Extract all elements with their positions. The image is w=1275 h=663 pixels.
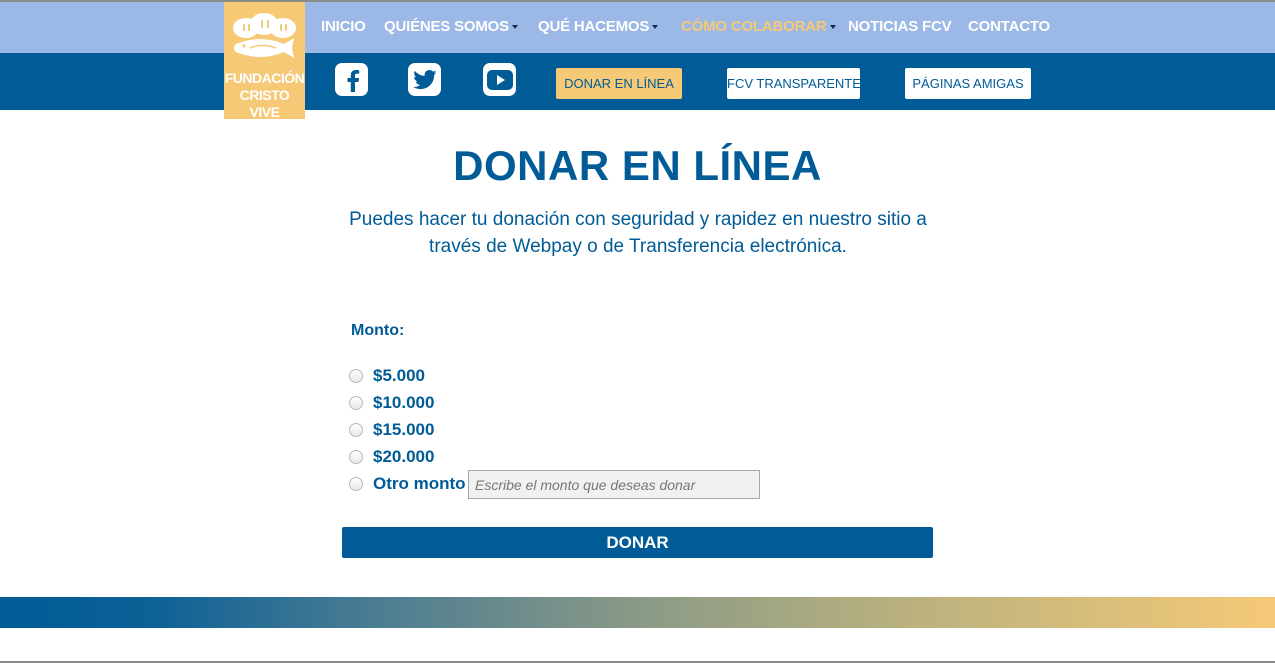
logo-text: FUNDACIÓN CRISTO VIVE [224,70,305,121]
caret-down-icon [829,25,836,30]
amount-radio[interactable] [349,396,363,410]
amount-radio[interactable] [349,450,363,464]
nav-item-noticias-fcv[interactable]: NOTICIAS FCV [848,17,952,37]
nav-item-label: NOTICIAS FCV [848,18,952,35]
donar-button[interactable]: DONAR [342,527,933,558]
nav-item-label: QUIÉNES SOMOS [384,18,509,35]
page-title: DONAR EN LÍNEA [453,142,822,189]
nav-item-label: QUÉ HACEMOS [538,18,650,35]
footer-gradient-band [0,597,1275,628]
caret-down-icon [511,25,518,30]
amount-option-5000[interactable]: $5.000 [349,365,425,387]
nav-item-que-hacemos[interactable]: QUÉ HACEMOS [538,17,659,37]
amount-option-label: $10.000 [373,393,435,412]
nav-item-label: INICIO [321,18,366,35]
nav-item-inicio[interactable]: INICIO [321,17,366,37]
nav-item-como-colaborar[interactable]: CÓMO COLABORAR [681,17,836,37]
amount-option-label: $5.000 [373,366,425,385]
amount-option-label: Otro monto [373,474,466,493]
donar-en-linea-button[interactable]: DONAR EN LÍNEA [556,68,682,99]
facebook-icon [347,69,359,92]
bread-fish-logo-icon [233,13,296,58]
amount-option-label: $15.000 [373,420,435,439]
logo-text-line2: CRISTO VIVE [239,87,290,120]
facebook-link[interactable] [335,63,368,96]
paginas-amigas-button[interactable]: PÁGINAS AMIGAS [905,68,1031,99]
amount-option-label: $20.000 [373,447,435,466]
amount-option-otro[interactable]: Otro monto [349,473,466,495]
other-amount-input[interactable] [468,470,760,499]
amount-option-15000[interactable]: $15.000 [349,419,434,441]
amount-option-20000[interactable]: $20.000 [349,446,434,468]
monto-label: Monto: [351,322,405,339]
logo-text-line1: FUNDACIÓN [224,70,305,86]
twitter-link[interactable] [408,63,441,96]
amount-radio[interactable] [349,369,363,383]
amount-option-10000[interactable]: $10.000 [349,392,434,414]
logo[interactable]: FUNDACIÓN CRISTO VIVE [224,2,305,121]
page-subtitle: Puedes hacer tu donación con seguridad y… [349,209,927,257]
youtube-link[interactable] [483,63,516,96]
twitter-icon [412,69,436,89]
nav-item-label: CONTACTO [968,18,1051,35]
amount-radio[interactable] [349,423,363,437]
amount-radio[interactable] [349,477,363,491]
nav-item-quienes-somos[interactable]: QUIÉNES SOMOS [384,17,518,37]
fcv-transparente-button[interactable]: FCV TRANSPARENTE [727,68,861,99]
caret-down-icon [652,25,659,30]
youtube-icon [486,69,513,90]
nav-item-contacto[interactable]: CONTACTO [968,17,1050,37]
nav-item-label: CÓMO COLABORAR [681,18,827,35]
